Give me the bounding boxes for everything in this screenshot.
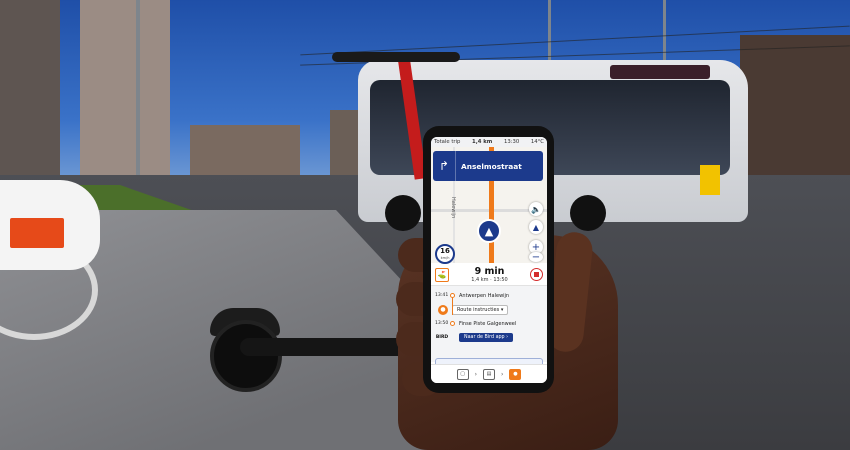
itinerary: 13:41 Antwerpen Halewijn ● Route instruc… [431,286,547,366]
end-time: 13:50 [435,321,449,326]
tab-scooter[interactable]: ● [509,368,522,380]
start-time: 13:41 [435,293,449,298]
current-position-icon: ▲ [477,219,501,243]
building [0,0,60,180]
chevron-right-icon: › [474,370,477,378]
building [190,125,300,180]
bus-stripe [700,165,720,195]
trip-label: Totale trip [434,139,461,145]
route-instructions-button[interactable]: Route instructies ▾ [452,304,509,315]
bus-destination-sign [610,65,710,79]
scooter-icon: ⛳ [435,267,449,282]
itinerary-line [452,297,453,315]
bus-wheel [570,195,606,231]
chevron-right-icon: › [501,370,504,378]
open-bird-app-label: Naar de Bird app [464,334,505,340]
scooter-deck [240,338,420,356]
phone-screen: Totale trip 1,4 km 13:30 14°C Halewijn ↱… [431,137,547,383]
map[interactable]: Halewijn ↱ Anselmostraat 🔈 ▲ + − ▲ 16 km… [431,147,547,264]
bike-logo [10,218,64,248]
turn-indicator: ↱ [433,151,456,181]
open-bird-app-button[interactable]: Naar de Bird app › [459,332,514,342]
provider-row: BIRD Naar de Bird app › [435,329,543,345]
tab-map[interactable]: ▢ [456,368,469,380]
trip-summary: ⛳ 9 min 1,4 km · 13:50 [431,263,547,286]
stop-navigation-button[interactable] [529,268,543,281]
building [80,0,170,175]
building [330,110,360,180]
compass-icon[interactable]: ▲ [529,220,543,234]
temperature: 14°C [530,139,544,145]
trip-duration: 9 min [474,266,505,277]
tab-transit[interactable]: ▤ [483,368,495,380]
zoom-out-icon[interactable]: − [529,252,543,263]
bird-logo: BIRD [435,334,449,340]
speed-value: 16 [440,247,450,255]
stop-icon [533,272,539,277]
pole [136,0,140,200]
end-dot-icon [450,321,455,326]
route-instructions-label: Route instructies [457,306,500,313]
sound-icon[interactable]: 🔈 [529,202,543,216]
itinerary-end: 13:50 Finse Piste Galgenweel [435,318,543,329]
trip-distance-eta: 1,4 km · 13:50 [471,277,508,283]
speed-unit: km/h [440,256,450,260]
next-street: Anselmostraat [461,161,522,171]
status-bar: Totale trip 1,4 km 13:30 14°C [431,137,547,147]
scooter-mode-icon: ● [438,304,448,315]
map-street-label: Halewijn [450,197,456,219]
end-name: Finse Piste Galgenweel [459,320,517,327]
trip-details: 9 min 1,4 km · 13:50 [471,266,507,283]
navigation-banner[interactable]: ↱ Anselmostraat [433,151,543,181]
bus-wheel [385,195,421,231]
trip-distance: 1,4 km [472,139,493,145]
turn-right-icon: ↱ [438,159,450,173]
scooter-wheel [210,320,282,392]
start-name: Antwerpen Halewijn [459,292,510,299]
scooter-handlebar [332,52,460,62]
bottom-navigation: ▢ › ▤ › ● [431,364,547,383]
speed-indicator: 16 km/h [435,244,455,264]
clock: 13:30 [503,139,520,145]
